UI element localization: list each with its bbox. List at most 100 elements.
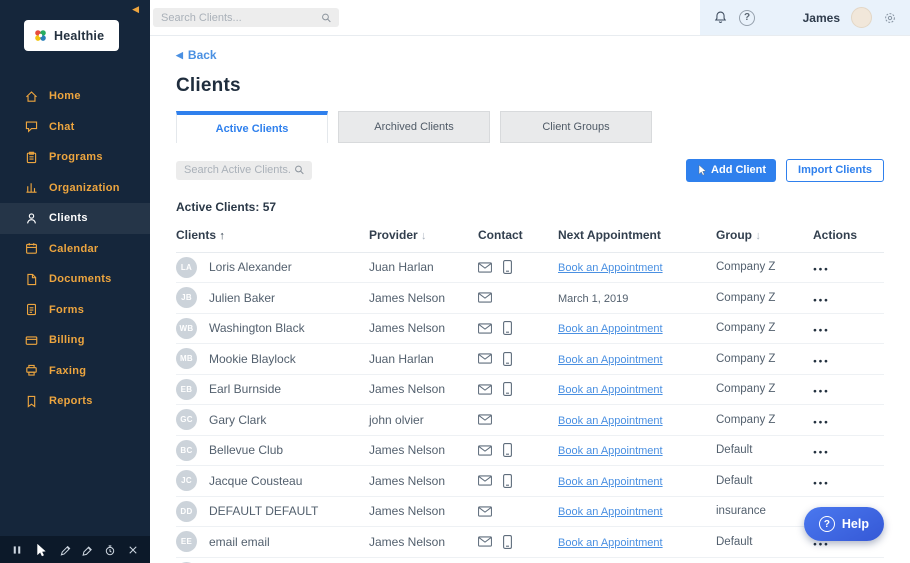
appointment-link[interactable]: Book an Appointment xyxy=(558,415,663,427)
actions-cell xyxy=(813,352,884,366)
marker-tool[interactable] xyxy=(81,544,93,556)
tab-active-clients[interactable]: Active Clients xyxy=(176,110,328,143)
email-icon[interactable] xyxy=(478,445,492,456)
row-actions-icon[interactable] xyxy=(813,449,830,456)
client-group: Company Z xyxy=(716,352,776,365)
app-root: ◀ Healthie Home Chat Programs Organization C… xyxy=(0,0,910,563)
phone-icon[interactable] xyxy=(503,260,512,275)
email-icon[interactable] xyxy=(478,323,492,334)
user-name[interactable]: James xyxy=(803,11,840,25)
appointment-link[interactable]: Book an Appointment xyxy=(558,323,663,335)
sidebar-item-organization[interactable]: Organization xyxy=(0,173,150,204)
email-icon[interactable] xyxy=(478,384,492,395)
phone-icon[interactable] xyxy=(503,382,512,397)
sidebar-item-faxing[interactable]: Faxing xyxy=(0,356,150,387)
row-actions-icon[interactable] xyxy=(813,541,830,548)
gear-icon[interactable] xyxy=(883,11,897,25)
documents-icon xyxy=(27,273,37,285)
sidebar-item-calendar[interactable]: Calendar xyxy=(0,234,150,265)
pencil-tool[interactable] xyxy=(59,544,71,556)
cursor-tool[interactable] xyxy=(34,543,48,557)
row-actions-icon[interactable] xyxy=(813,327,830,334)
healthie-logo[interactable]: Healthie xyxy=(24,20,119,51)
appointment-link[interactable]: Book an Appointment xyxy=(558,476,663,488)
topbar: ? James xyxy=(150,0,910,36)
table-row[interactable]: MB Mookie Blaylock Juan Harlan Book an A… xyxy=(176,344,884,375)
row-actions-icon[interactable] xyxy=(813,419,830,426)
bell-icon[interactable] xyxy=(713,10,728,25)
sidebar-item-label: Chat xyxy=(49,120,75,133)
actions-cell xyxy=(813,321,884,335)
add-client-button[interactable]: Add Client xyxy=(686,158,777,182)
phone-icon[interactable] xyxy=(503,321,512,336)
appointment-link[interactable]: Book an Appointment xyxy=(558,537,663,549)
sidebar-item-billing[interactable]: Billing xyxy=(0,325,150,356)
row-actions-icon[interactable] xyxy=(813,388,830,395)
client-provider: Juan Harlan xyxy=(369,260,434,275)
appointment-link[interactable]: Book an Appointment xyxy=(558,445,663,457)
help-circle-icon[interactable]: ? xyxy=(739,9,755,26)
row-actions-icon[interactable] xyxy=(813,266,830,273)
table-row[interactable]: EE email email James Nelson Book an Appo… xyxy=(176,527,884,558)
appointment-link[interactable]: Book an Appointment xyxy=(558,262,663,274)
sidebar-item-documents[interactable]: Documents xyxy=(0,264,150,295)
sidebar: ◀ Healthie Home Chat Programs Organization C… xyxy=(0,0,150,563)
timer-icon xyxy=(105,544,115,555)
phone-icon[interactable] xyxy=(503,351,512,366)
column-header-group[interactable]: Group ↓ xyxy=(716,228,813,242)
table-row[interactable]: JC Jacque Cousteau James Nelson Book an … xyxy=(176,466,884,497)
sidebar-item-forms[interactable]: Forms xyxy=(0,295,150,326)
sidebar-item-label: Reports xyxy=(49,395,93,408)
forms-icon xyxy=(26,304,36,316)
appointment-link[interactable]: Book an Appointment xyxy=(558,506,663,518)
add-client-label: Add Client xyxy=(711,164,767,176)
back-link[interactable]: ◀ Back xyxy=(176,48,217,62)
table-row[interactable]: JB Julien Baker James Nelson March 1, 20… xyxy=(176,283,884,314)
email-icon[interactable] xyxy=(478,506,492,517)
column-header-clients[interactable]: Clients ↑ xyxy=(176,228,369,242)
table-row[interactable]: LA Loris Alexander Juan Harlan Book an A… xyxy=(176,253,884,283)
phone-icon[interactable] xyxy=(503,473,512,488)
appointment-link: March 1, 2019 xyxy=(558,292,629,305)
row-actions-icon[interactable] xyxy=(813,358,830,365)
sidebar-item-reports[interactable]: Reports xyxy=(0,386,150,417)
table-row[interactable]: GC Gary Clark john olvier Book an Appoin… xyxy=(176,405,884,436)
tab-archived-clients[interactable]: Archived Clients xyxy=(338,110,490,143)
email-icon[interactable] xyxy=(478,414,492,425)
table-row[interactable] xyxy=(176,558,884,563)
sidebar-collapse-icon[interactable]: ◀ xyxy=(132,4,139,15)
client-provider: James Nelson xyxy=(369,290,446,305)
table-row[interactable]: BC Bellevue Club James Nelson Book an Ap… xyxy=(176,436,884,466)
email-icon[interactable] xyxy=(478,292,492,303)
email-icon[interactable] xyxy=(478,475,492,486)
table-row[interactable]: DD DEFAULT DEFAULT James Nelson Book an … xyxy=(176,497,884,527)
appointment-link[interactable]: Book an Appointment xyxy=(558,384,663,396)
email-icon[interactable] xyxy=(478,536,492,547)
row-actions-icon[interactable] xyxy=(813,297,830,304)
table-row[interactable]: EB Earl Burnside James Nelson Book an Ap… xyxy=(176,375,884,405)
global-search-input[interactable] xyxy=(153,8,339,28)
table-row[interactable]: WB Washington Black James Nelson Book an… xyxy=(176,314,884,344)
email-icon[interactable] xyxy=(478,262,492,273)
phone-icon[interactable] xyxy=(503,443,512,458)
email-icon[interactable] xyxy=(478,353,492,364)
phone-icon[interactable] xyxy=(503,534,512,549)
close-tool[interactable] xyxy=(127,544,139,556)
help-button[interactable]: ? Help xyxy=(803,507,884,541)
import-clients-button[interactable]: Import Clients xyxy=(786,158,884,182)
user-avatar[interactable] xyxy=(851,7,872,28)
sidebar-item-home[interactable]: Home xyxy=(0,81,150,112)
client-search-input[interactable] xyxy=(176,160,312,180)
row-actions-icon[interactable] xyxy=(813,480,830,487)
tab-client-groups[interactable]: Client Groups xyxy=(500,110,652,143)
actions-cell xyxy=(813,260,884,274)
main-area: ? James ◀ Back Clients Active Clients Arc… xyxy=(150,0,910,563)
timer-tool[interactable] xyxy=(104,544,116,556)
sidebar-item-programs[interactable]: Programs xyxy=(0,142,150,173)
appointment-link[interactable]: Book an Appointment xyxy=(558,354,663,366)
column-header-provider[interactable]: Provider ↓ xyxy=(369,228,478,242)
contact-cell xyxy=(478,473,558,488)
sidebar-item-clients[interactable]: Clients xyxy=(0,203,150,234)
sidebar-item-chat[interactable]: Chat xyxy=(0,112,150,143)
pause-tool[interactable] xyxy=(11,544,23,556)
